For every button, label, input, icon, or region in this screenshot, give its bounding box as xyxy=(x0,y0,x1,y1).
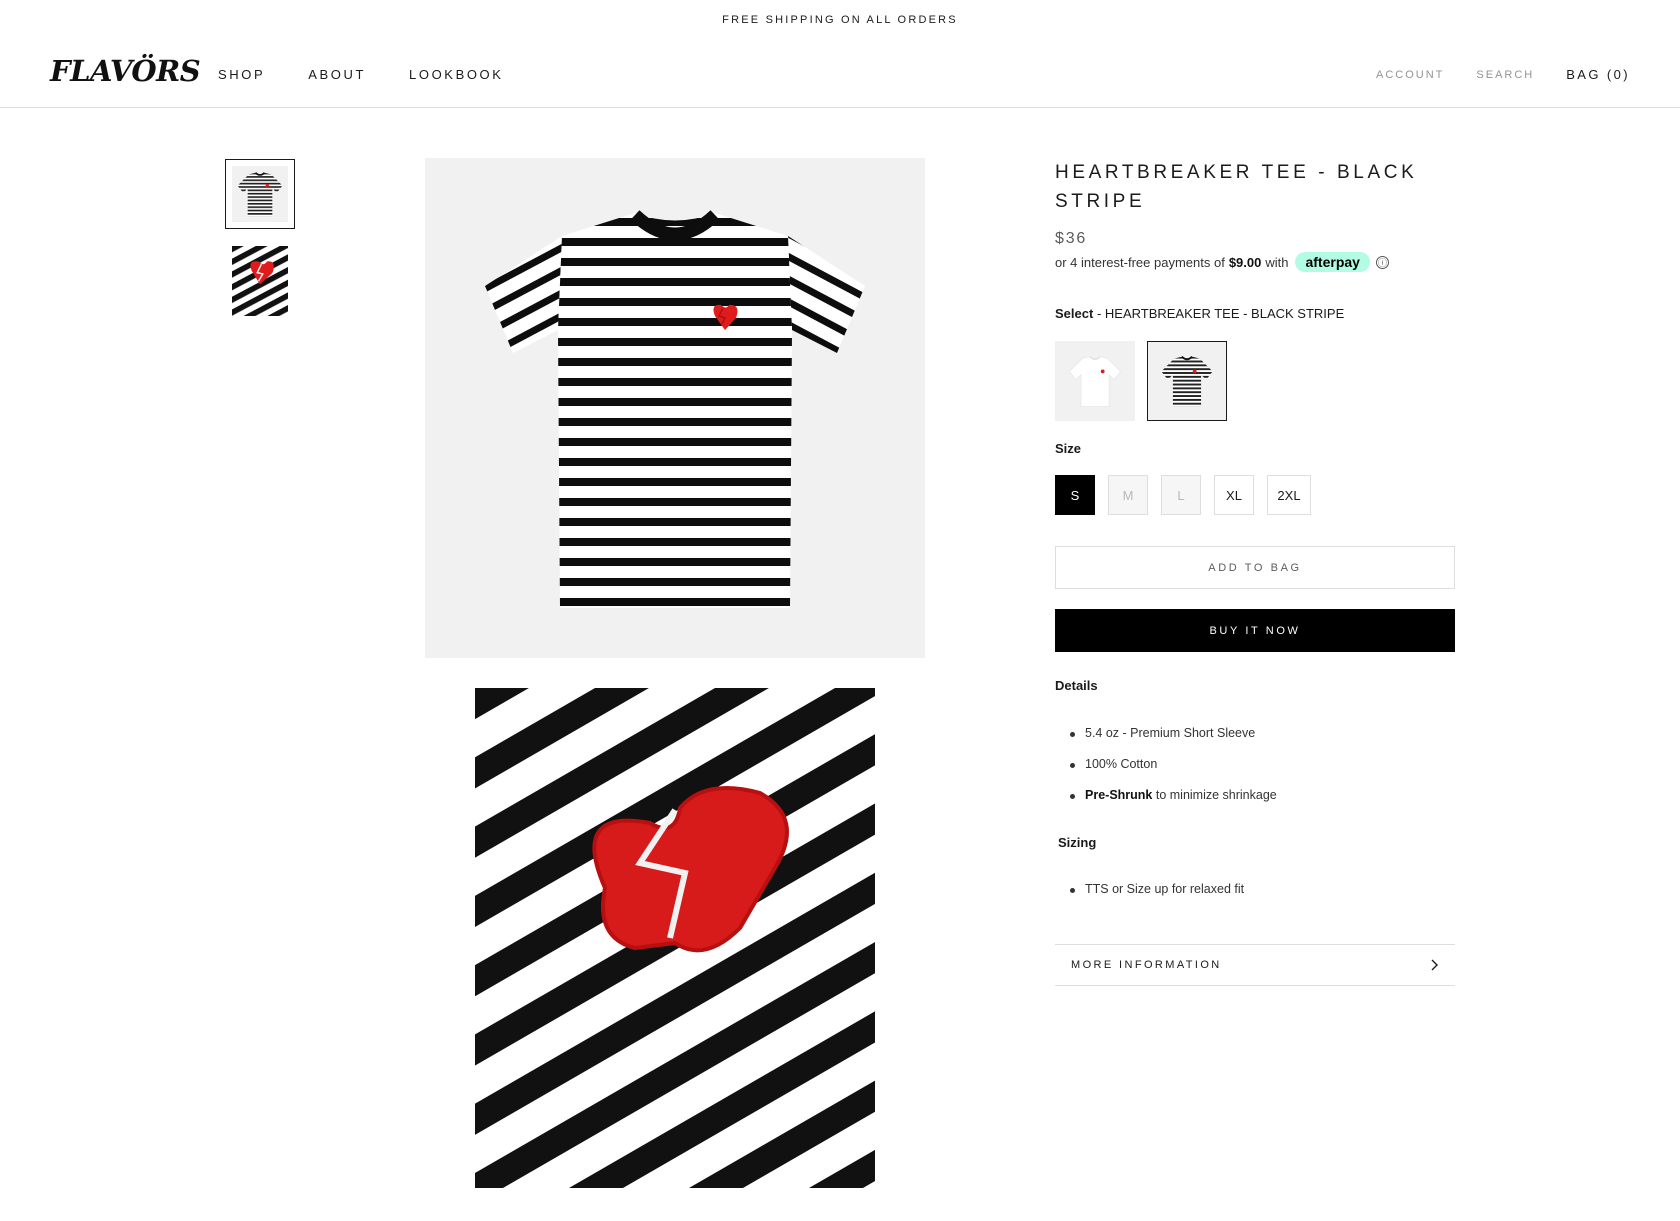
detail-text: to minimize shrinkage xyxy=(1152,788,1277,802)
buy-it-now-button[interactable]: BUY IT NOW xyxy=(1055,609,1455,652)
announcement-bar: FREE SHIPPING ON ALL ORDERS xyxy=(0,0,1680,40)
list-item: 5.4 oz - Premium Short Sleeve xyxy=(1070,718,1277,749)
select-label-bold: Select xyxy=(1055,306,1094,321)
product-info: HEARTBREAKER TEE - BLACK STRIPE $36 or 4… xyxy=(1055,158,1455,986)
swatch-black-stripe[interactable] xyxy=(1147,341,1227,421)
heart-patch-image xyxy=(475,688,875,1188)
variant-select-label: Select - HEARTBREAKER TEE - BLACK STRIPE xyxy=(1055,306,1344,321)
product-price: $36 xyxy=(1055,230,1088,247)
product-title: HEARTBREAKER TEE - BLACK STRIPE xyxy=(1055,162,1418,212)
select-label-value: - HEARTBREAKER TEE - BLACK STRIPE xyxy=(1096,306,1345,321)
list-item: 100% Cotton xyxy=(1070,749,1277,780)
sizing-heading: Sizing xyxy=(1058,835,1097,850)
striped-tee-image xyxy=(485,210,865,608)
details-list: 5.4 oz - Premium Short Sleeve 100% Cotto… xyxy=(1070,718,1277,811)
logo[interactable]: FLAVÖRS xyxy=(50,54,201,88)
detail-text: 100% Cotton xyxy=(1085,757,1158,771)
stripe-tee-thumbnail xyxy=(1161,355,1213,407)
nav-shop[interactable]: SHOP xyxy=(218,67,265,82)
account-link[interactable]: ACCOUNT xyxy=(1376,69,1444,81)
size-xl[interactable]: XL xyxy=(1214,475,1254,515)
announcement-text: FREE SHIPPING ON ALL ORDERS xyxy=(722,14,958,26)
thumbnail-detail-image xyxy=(232,246,288,316)
afterpay-suffix: with xyxy=(1265,254,1289,270)
detail-bold: Pre-Shrunk xyxy=(1085,788,1153,802)
thumbnail-front-image xyxy=(232,166,288,222)
sizing-text: TTS or Size up for relaxed fit xyxy=(1085,882,1245,896)
add-to-bag-button[interactable]: ADD TO BAG xyxy=(1055,546,1455,589)
thumbnail-front[interactable] xyxy=(225,159,295,229)
details-heading: Details xyxy=(1055,678,1098,693)
list-item: Pre-Shrunk to minimize shrinkage xyxy=(1070,780,1277,811)
size-m[interactable]: M xyxy=(1108,475,1148,515)
size-s[interactable]: S xyxy=(1055,475,1095,515)
nav-lookbook[interactable]: LOOKBOOK xyxy=(409,67,504,82)
secondary-nav: ACCOUNT SEARCH BAG (0) xyxy=(1376,67,1630,82)
afterpay-prefix: or 4 interest-free payments of xyxy=(1055,254,1225,270)
nav-about[interactable]: ABOUT xyxy=(308,67,366,82)
size-l[interactable]: L xyxy=(1161,475,1201,515)
site-header: FLAVÖRS SHOP ABOUT LOOKBOOK ACCOUNT SEAR… xyxy=(0,40,1680,108)
swatch-white[interactable] xyxy=(1055,341,1135,421)
afterpay-logo: afterpay xyxy=(1295,252,1370,272)
size-label: Size xyxy=(1055,441,1082,456)
search-link[interactable]: SEARCH xyxy=(1476,69,1534,81)
info-icon[interactable]: ⓘ xyxy=(1375,255,1389,269)
afterpay-line: or 4 interest-free payments of $9.00 wit… xyxy=(1055,252,1455,272)
detail-text: 5.4 oz - Premium Short Sleeve xyxy=(1085,726,1256,740)
thumbnail-detail[interactable] xyxy=(225,246,295,316)
product-main-image[interactable] xyxy=(425,158,925,658)
afterpay-amount: $9.00 xyxy=(1228,254,1262,270)
main-nav: SHOP ABOUT LOOKBOOK xyxy=(218,67,504,82)
more-information-label: MORE INFORMATION xyxy=(1071,959,1222,971)
white-tee-thumbnail xyxy=(1068,356,1122,407)
chevron-right-icon xyxy=(1431,959,1438,971)
product-detail-image[interactable] xyxy=(475,688,875,1188)
size-2xl[interactable]: 2XL xyxy=(1267,475,1311,515)
sizing-list: TTS or Size up for relaxed fit xyxy=(1069,874,1245,905)
list-item: TTS or Size up for relaxed fit xyxy=(1069,874,1245,905)
bag-link[interactable]: BAG (0) xyxy=(1566,67,1630,82)
more-information-toggle[interactable]: MORE INFORMATION xyxy=(1055,944,1455,986)
